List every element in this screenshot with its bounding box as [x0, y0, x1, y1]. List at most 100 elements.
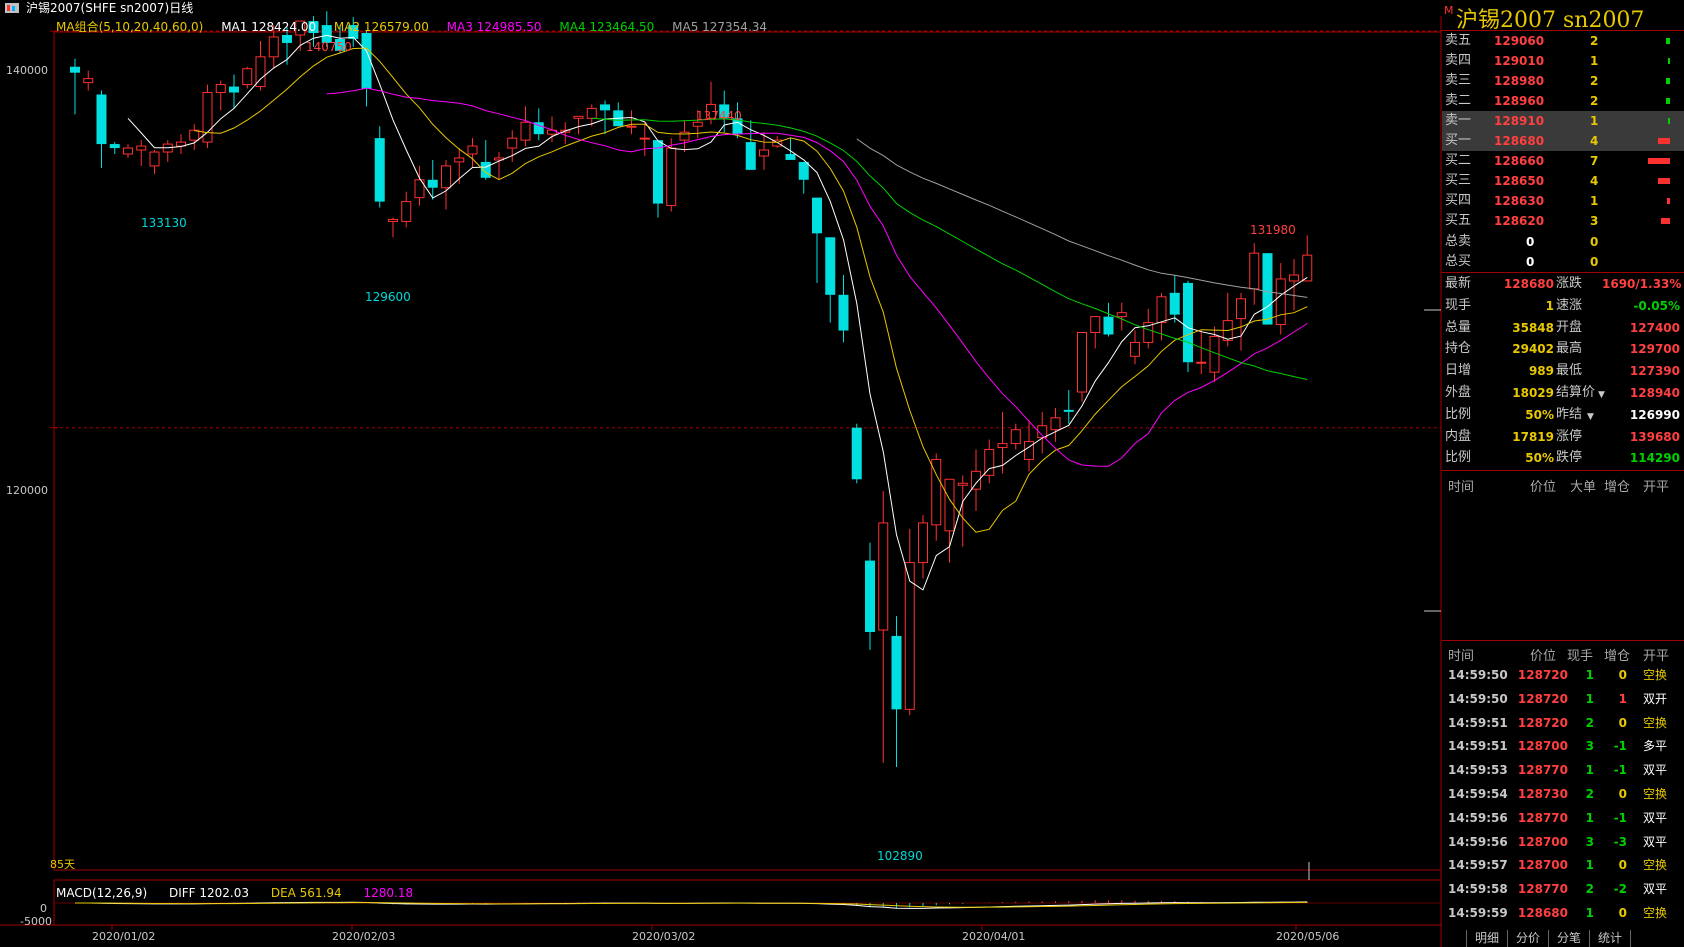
tick-open-close: 双平 [1643, 810, 1668, 825]
orderbook-row[interactable]: 买一 128680 4 [1442, 131, 1684, 151]
tick-row[interactable]: 14:59:54 128730 2 0 空换 [1442, 782, 1684, 806]
candle [1050, 407, 1061, 442]
quote-row: 比例 50% 跌停 114290 [1442, 447, 1684, 469]
candle [467, 138, 478, 168]
quote-key: 涨停 [1556, 428, 1583, 444]
tick-open-close: 空换 [1643, 906, 1668, 920]
tick-row[interactable]: 14:59:59 128680 1 0 空换 [1442, 901, 1684, 925]
x-tick-label: 2020/02/03 [332, 930, 396, 943]
quote-value: 17819 [1512, 429, 1554, 444]
candle [494, 152, 504, 180]
candle-body [149, 151, 160, 167]
quote-value: 128680 [1503, 277, 1554, 291]
candle-body [388, 218, 398, 222]
orderbook-row[interactable]: 卖四 129010 1 [1442, 51, 1684, 71]
tick-open-close: 空换 [1643, 715, 1668, 730]
orderbook-row[interactable]: 买三 128650 4 [1442, 171, 1684, 191]
tick-open-close: 多平 [1643, 739, 1668, 754]
tick-price: 128720 [1517, 691, 1568, 706]
level-volume: 7 [1590, 154, 1599, 168]
candle-body [891, 635, 902, 710]
tick-row[interactable]: 14:59:56 128770 1 -1 双平 [1442, 806, 1684, 830]
ma-combo-label[interactable]: MA组合(5,10,20,40,60,0) [56, 20, 203, 34]
tab-ticks[interactable]: 分笔 [1548, 930, 1591, 947]
orderbook-row[interactable]: 买五 128620 3 [1442, 211, 1684, 231]
level-name: 卖三 [1445, 73, 1472, 88]
tick-row[interactable]: 14:59:53 128770 1 -1 双平 [1442, 758, 1684, 782]
orderbook-row[interactable]: 买二 128660 7 [1442, 151, 1684, 171]
level-volume: 2 [1590, 94, 1599, 108]
tab-stats[interactable]: 统计 [1589, 930, 1632, 947]
tick-volume: 1 [1585, 668, 1594, 682]
candle [1130, 330, 1140, 365]
tick-increase: -2 [1613, 882, 1627, 897]
tick-row[interactable]: 14:59:57 128700 1 0 空换 [1442, 853, 1684, 877]
candle-body [1156, 296, 1167, 324]
orderbook-row[interactable]: 卖一 128910 1 [1442, 111, 1684, 131]
tick-price: 128700 [1517, 739, 1568, 754]
quote-key: 比例 [1445, 450, 1472, 466]
candle-body [626, 125, 637, 128]
low-annotation: 102890 [877, 849, 923, 863]
tick-volume: 3 [1585, 834, 1594, 849]
candle-body [904, 562, 915, 710]
level-name: 买一 [1445, 133, 1472, 148]
candle-body [507, 137, 518, 149]
candle [904, 528, 915, 716]
candle-body [136, 145, 147, 151]
candle [626, 110, 637, 135]
tick-row[interactable]: 14:59:51 128720 2 0 空换 [1442, 711, 1684, 735]
candle [838, 274, 849, 343]
candle-body [1050, 417, 1061, 431]
tick-row[interactable]: 14:59:56 128700 3 -3 双平 [1442, 830, 1684, 854]
orderbook-row[interactable]: 卖五 129060 2 [1442, 31, 1684, 51]
macd-name[interactable]: MACD(12,26,9) [56, 886, 147, 900]
tick-open-close: 双平 [1643, 834, 1668, 849]
orderbook-row[interactable]: 卖三 128980 2 [1442, 71, 1684, 91]
quote-value: 18029 [1512, 386, 1554, 400]
candle [1275, 263, 1286, 335]
quote-key: 涨跌 [1556, 276, 1583, 291]
tick-row[interactable]: 14:59:50 128720 1 1 双开 [1442, 687, 1684, 711]
candle-body [454, 157, 465, 163]
candle [401, 191, 412, 228]
kline-chart[interactable] [0, 0, 1442, 947]
tick-row[interactable]: 14:59:58 128770 2 -2 双平 [1442, 877, 1684, 901]
candle [123, 144, 133, 158]
tick-increase: 0 [1618, 858, 1627, 873]
col-volume: 现手 [1567, 649, 1594, 664]
candle-body [586, 107, 597, 119]
candle [176, 134, 186, 154]
panel-divider [1442, 30, 1684, 31]
candle-body [1262, 253, 1273, 325]
volume-bar [1666, 78, 1670, 84]
x-tick-label: 2020/05/06 [1276, 930, 1340, 943]
tab-price[interactable]: 分价 [1507, 930, 1550, 947]
tick-row[interactable]: 14:59:50 128720 1 0 空换 [1442, 663, 1684, 687]
quote-value: 114290 [1629, 451, 1680, 466]
level-volume: 1 [1590, 54, 1599, 68]
app-icon [5, 3, 19, 13]
candle [202, 84, 213, 149]
candle-body [600, 104, 610, 111]
tick-increase: -1 [1613, 739, 1627, 754]
candle-body [1024, 441, 1034, 460]
candle [997, 411, 1008, 474]
candle-body [109, 144, 120, 149]
candle [560, 122, 571, 145]
tab-detail[interactable]: 明细 [1466, 930, 1509, 947]
volume-bar [1648, 158, 1670, 164]
level-volume: 1 [1590, 114, 1599, 128]
orderbook-row[interactable]: 买四 128630 1 [1442, 191, 1684, 211]
candle-body [838, 294, 849, 331]
candle-body [1169, 292, 1180, 315]
orderbook-row[interactable]: 卖二 128960 2 [1442, 91, 1684, 111]
candle [427, 159, 438, 200]
col-increase: 增仓 [1604, 649, 1631, 664]
panel-divider [1442, 470, 1684, 471]
candle [613, 102, 624, 127]
level-price: 128650 [1494, 174, 1545, 188]
tick-row[interactable]: 14:59:51 128700 3 -1 多平 [1442, 734, 1684, 758]
candle [639, 122, 650, 156]
total-name: 总卖 [1445, 234, 1472, 249]
